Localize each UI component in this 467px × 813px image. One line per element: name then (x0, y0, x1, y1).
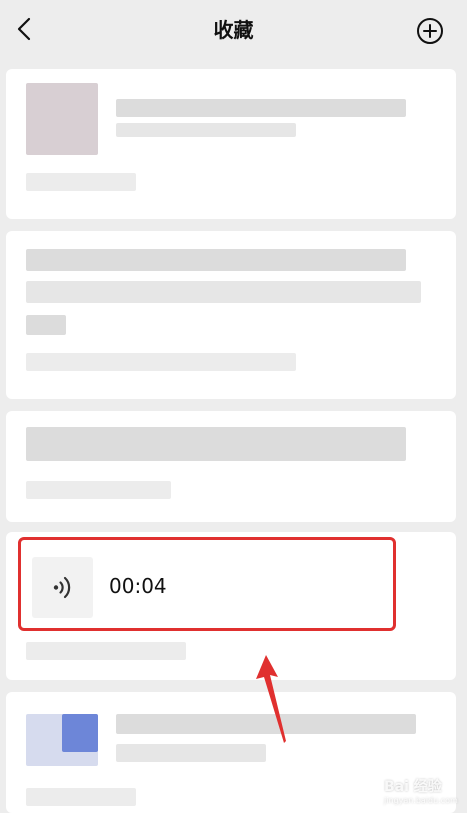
watermark-text: Bai 经验 (384, 779, 442, 795)
blurred-meta (26, 481, 171, 499)
favorite-card[interactable] (6, 411, 456, 522)
blurred-text (116, 744, 266, 762)
arrow-annotation (256, 655, 286, 743)
blurred-thumbnail (26, 83, 98, 155)
blurred-meta (26, 642, 186, 660)
blurred-text (26, 281, 421, 303)
blurred-text (116, 99, 406, 117)
blurred-meta (26, 353, 296, 371)
voice-wave-icon (53, 576, 71, 599)
blurred-meta (26, 173, 136, 191)
blurred-text (26, 249, 406, 271)
voice-duration: 00:04 (109, 574, 167, 598)
blurred-text (26, 427, 406, 461)
blurred-text (116, 123, 296, 137)
watermark-logo: Bai 经验 jingyan.baidu.com (384, 776, 464, 810)
favorite-card[interactable] (6, 69, 456, 219)
watermark-url: jingyan.baidu.com (384, 796, 458, 805)
nav-bar: 收藏 (0, 0, 467, 58)
plus-circle-icon[interactable] (416, 17, 444, 45)
favorite-card[interactable] (6, 231, 456, 399)
voice-message-icon[interactable] (32, 557, 93, 618)
page-title: 收藏 (213, 18, 254, 42)
blurred-meta (26, 788, 136, 806)
blurred-text (26, 315, 66, 335)
blurred-thumbnail-accent (62, 714, 98, 752)
